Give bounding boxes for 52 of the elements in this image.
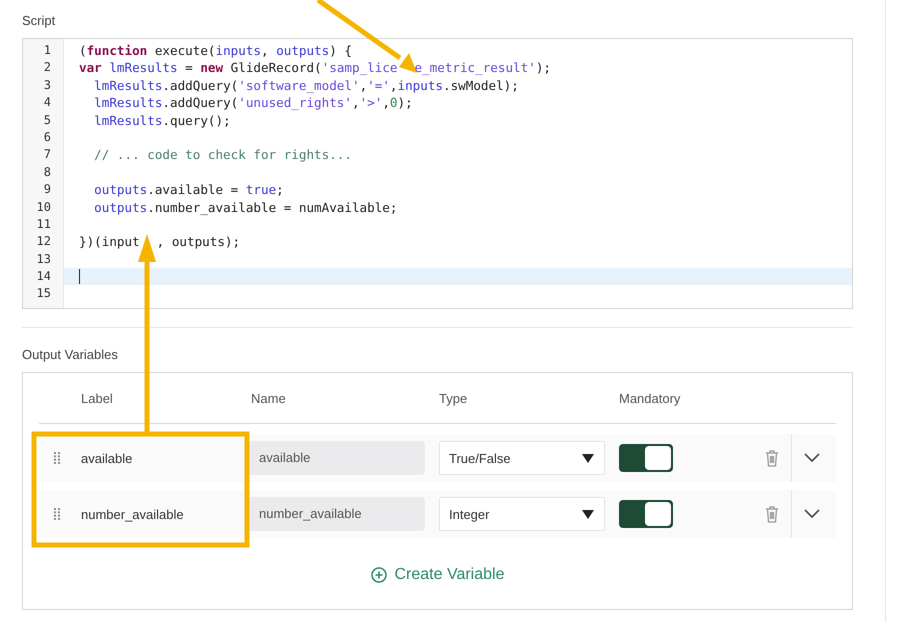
code-text: outputs.available = true; — [93, 181, 284, 199]
column-header: Label — [81, 390, 114, 406]
code-text: lmResults.addQuery('software_model','=',inputs.swModel); — [93, 76, 519, 94]
trash-icon[interactable] — [765, 449, 779, 467]
line-number: 11 — [36, 216, 52, 233]
section-label: Script — [22, 12, 56, 30]
name-field[interactable]: number_available — [249, 497, 425, 531]
code-text: var lmResults = new GlideRecord('samp_lice — [79, 59, 398, 77]
drag-handle-icon — [53, 507, 61, 521]
variable-label: number_available — [81, 506, 184, 522]
trash-icon[interactable] — [765, 505, 779, 523]
line-number: 3 — [42, 76, 52, 94]
variable-label: available — [81, 450, 132, 466]
code-editor[interactable] — [22, 38, 853, 309]
line-number: 1 — [42, 42, 52, 59]
column-header: Type — [439, 390, 468, 406]
line-number: 5 — [42, 112, 52, 129]
code-text: outputs.number_available = numAvailable; — [93, 198, 398, 216]
section-label: Output Variables — [22, 346, 119, 364]
chevron-down-icon[interactable] — [804, 509, 820, 519]
type-dropdown[interactable]: True/False — [439, 441, 605, 475]
column-header: Mandatory — [619, 390, 682, 406]
code-text: , outputs); — [156, 233, 240, 251]
code-text: (function execute(inputs, outputs) { — [79, 42, 352, 60]
line-number: 6 — [42, 128, 52, 146]
line-number: 2 — [42, 59, 52, 76]
create-variable-button[interactable]: Create Variable — [366, 564, 508, 586]
column-header: Name — [251, 390, 287, 406]
line-number: 14 — [36, 268, 52, 286]
line-number: 8 — [42, 164, 52, 181]
plus-circle-icon — [370, 566, 386, 582]
text-cursor — [79, 269, 80, 284]
line-number: 7 — [42, 146, 52, 164]
code-text: lmResults.addQuery('unused_rights','>',0); — [93, 94, 413, 112]
line-number: 9 — [42, 181, 52, 198]
line-number: 15 — [36, 285, 52, 302]
line-number: 4 — [42, 94, 52, 112]
dropdown-arrow-icon — [582, 453, 594, 463]
line-number: 10 — [36, 198, 52, 216]
line-number: 12 — [36, 233, 52, 250]
dropdown-arrow-icon — [582, 509, 594, 519]
code-text: lmResults.query(); — [93, 112, 231, 129]
mandatory-toggle[interactable] — [619, 500, 673, 528]
mandatory-toggle[interactable] — [619, 444, 673, 472]
type-dropdown[interactable]: Integer — [439, 497, 605, 531]
chevron-down-icon[interactable] — [804, 453, 820, 463]
line-number: 13 — [36, 250, 52, 268]
code-text: })(input — [79, 233, 140, 251]
code-text: e_metric_result'); — [414, 59, 551, 77]
code-text: // ... code to check for rights... — [93, 146, 352, 164]
drag-handle-icon — [53, 451, 61, 465]
name-field[interactable]: available — [249, 441, 425, 475]
